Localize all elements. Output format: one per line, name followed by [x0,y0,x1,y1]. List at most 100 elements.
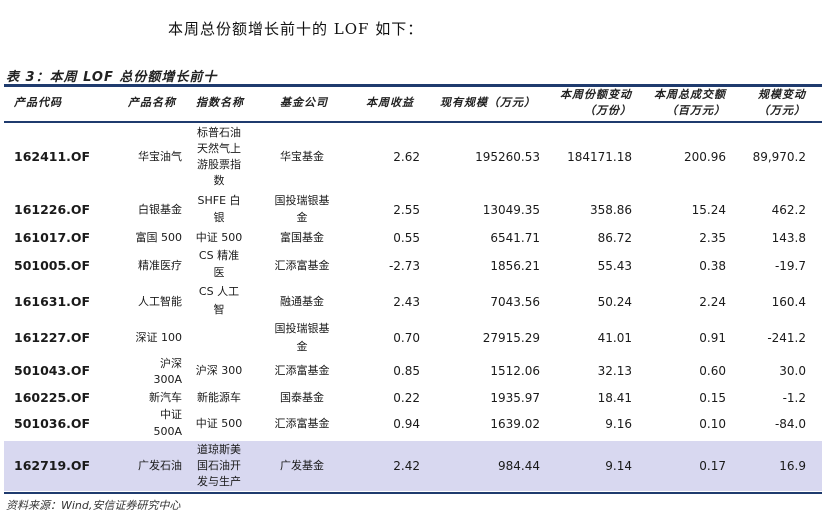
cell-return: 0.22 [393,391,420,405]
cell-company: 汇添富基金 [274,364,330,377]
header-volume-2: （百万元） [666,104,726,117]
cell-share-change: 358.86 [590,203,632,217]
cell-share-change: 184171.18 [567,150,632,164]
cell-scale: 27915.29 [482,331,540,345]
cell-scale: 1512.06 [490,364,540,378]
cell-company: 汇添富基金 [274,417,330,430]
cell-share-change: 86.72 [597,231,632,245]
header-share-change-2: （万份） [584,104,632,117]
cell-scale-change: -84.0 [774,417,806,431]
cell-name: 富国 500 [135,231,183,244]
cell-code: 162411.OF [14,149,91,164]
cell-scale: 13049.35 [482,203,540,217]
source-note: 资料来源：Wind,安信证券研究中心 [6,499,181,512]
header-volume-1: 本周总成交额 [654,88,726,101]
cell-volume: 2.35 [699,231,726,245]
cell-volume: 0.60 [699,364,726,378]
cell-return: 0.55 [393,231,420,245]
cell-scale-change: -241.2 [767,331,806,345]
cell-name: 新汽车 [149,391,182,404]
header-code: 产品代码 [14,96,62,109]
cell-index-1: SHFE 白 [197,194,241,207]
cell-index-1: CS 精准 [198,249,240,262]
cell-return: 0.85 [393,364,420,378]
table-caption: 表 3：本周 LOF 总份额增长前十 [6,70,218,85]
cell-return: 0.70 [393,331,420,345]
cell-volume: 0.10 [699,417,726,431]
cell-share-change: 41.01 [597,331,632,345]
cell-return: 2.42 [393,459,420,473]
cell-code: 161226.OF [14,202,91,217]
cell-index-1: CS 人工 [198,285,240,298]
cell-index-2: 天然气上 [197,142,241,155]
cell-index-4: 数 [213,174,225,187]
cell-index-2: 智 [213,303,225,316]
cell-scale-change: -1.2 [782,391,806,405]
cell-scale-change: 16.9 [779,459,806,473]
cell-code: 501036.OF [14,416,91,431]
cell-share-change: 9.16 [605,417,632,431]
cell-code: 160225.OF [14,390,91,405]
cell-code: 162719.OF [14,458,91,473]
cell-share-change: 18.41 [597,391,632,405]
cell-index-3: 发与生产 [197,475,241,488]
cell-name: 人工智能 [138,295,182,308]
cell-share-change: 55.43 [597,259,632,273]
cell-return: 2.43 [393,295,420,309]
cell-scale-change: 160.4 [771,295,806,309]
cell-volume: 0.15 [699,391,726,405]
cell-volume: 15.24 [691,203,726,217]
cell-scale: 984.44 [498,459,540,473]
cell-share-change: 32.13 [597,364,632,378]
header-return: 本周收益 [366,96,414,109]
header-name: 产品名称 [128,96,176,109]
cell-scale-change: 462.2 [771,203,806,217]
cell-name-1: 中证 [160,408,182,421]
cell-share-change: 50.24 [597,295,632,309]
cell-return: -2.73 [388,259,420,273]
cell-return: 2.62 [393,150,420,164]
cell-index-2: 国石油开 [197,459,241,472]
header-scale-change-1: 规模变动 [758,88,806,101]
cell-code: 161227.OF [14,330,91,345]
cell-name: 精准医疗 [138,259,182,272]
header-index: 指数名称 [196,96,244,109]
cell-code: 161631.OF [14,294,91,309]
cell-company: 广发基金 [280,459,324,472]
cell-scale: 195260.53 [475,150,540,164]
cell-share-change: 9.14 [605,459,632,473]
cell-scale-change: 143.8 [771,231,806,245]
cell-scale: 1856.21 [490,259,540,273]
cell-index: 中证 500 [195,417,243,430]
cell-return: 0.94 [393,417,420,431]
cell-code: 501005.OF [14,258,91,273]
bottom-rule [4,492,822,494]
cell-index: 沪深 300 [195,364,243,377]
header-company: 基金公司 [280,96,328,109]
cell-index: 中证 500 [195,231,243,244]
cell-scale: 1935.97 [490,391,540,405]
cell-company: 华宝基金 [280,150,324,163]
cell-scale: 6541.71 [490,231,540,245]
cell-name: 广发石油 [138,459,182,472]
cell-return: 2.55 [393,203,420,217]
header-scale-change-2: （万元） [758,104,806,117]
cell-index-2: 医 [213,266,225,279]
cell-name-1: 沪深 [160,357,182,370]
cell-scale-change: 30.0 [779,364,806,378]
cell-code: 501043.OF [14,363,91,378]
cell-volume: 0.91 [699,331,726,345]
cell-volume: 0.17 [699,459,726,473]
cell-name: 华宝油气 [138,150,182,163]
cell-scale: 7043.56 [490,295,540,309]
cell-index-1: 道琼斯美 [197,443,241,456]
intro-text: 本周总份额增长前十的 LOF 如下： [168,20,424,38]
cell-company: 融通基金 [280,295,324,308]
cell-name: 深证 100 [135,331,183,344]
cell-index-1: 标普石油 [197,126,241,139]
cell-scale-change: -19.7 [774,259,806,273]
cell-name-2: 500A [153,425,182,438]
header-rule [4,121,822,123]
cell-company-1: 国投瑞银基 [274,322,330,335]
header-share-change-1: 本周份额变动 [560,88,632,101]
